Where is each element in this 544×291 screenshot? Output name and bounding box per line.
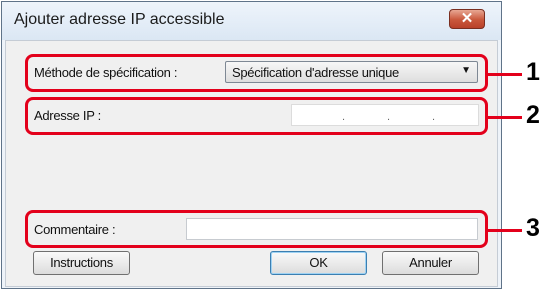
close-button[interactable]: ✕ [449,9,485,29]
callout-number-3: 3 [526,214,540,242]
cancel-button[interactable]: Annuler [382,251,479,275]
callout-box-2 [25,97,488,135]
close-icon: ✕ [460,10,474,27]
dialog-title: Ajouter adresse IP accessible [14,11,225,28]
title-bar[interactable]: Ajouter adresse IP accessible ✕ [2,2,501,40]
callout-line-3 [488,229,522,232]
instructions-button[interactable]: Instructions [33,251,130,275]
callout-number-1: 1 [526,58,540,86]
callout-line-1 [488,73,522,76]
callout-box-3 [25,210,488,248]
ok-button[interactable]: OK [270,251,367,275]
callout-box-1 [25,54,488,92]
callout-line-2 [488,116,522,119]
callout-number-2: 2 [526,101,540,129]
